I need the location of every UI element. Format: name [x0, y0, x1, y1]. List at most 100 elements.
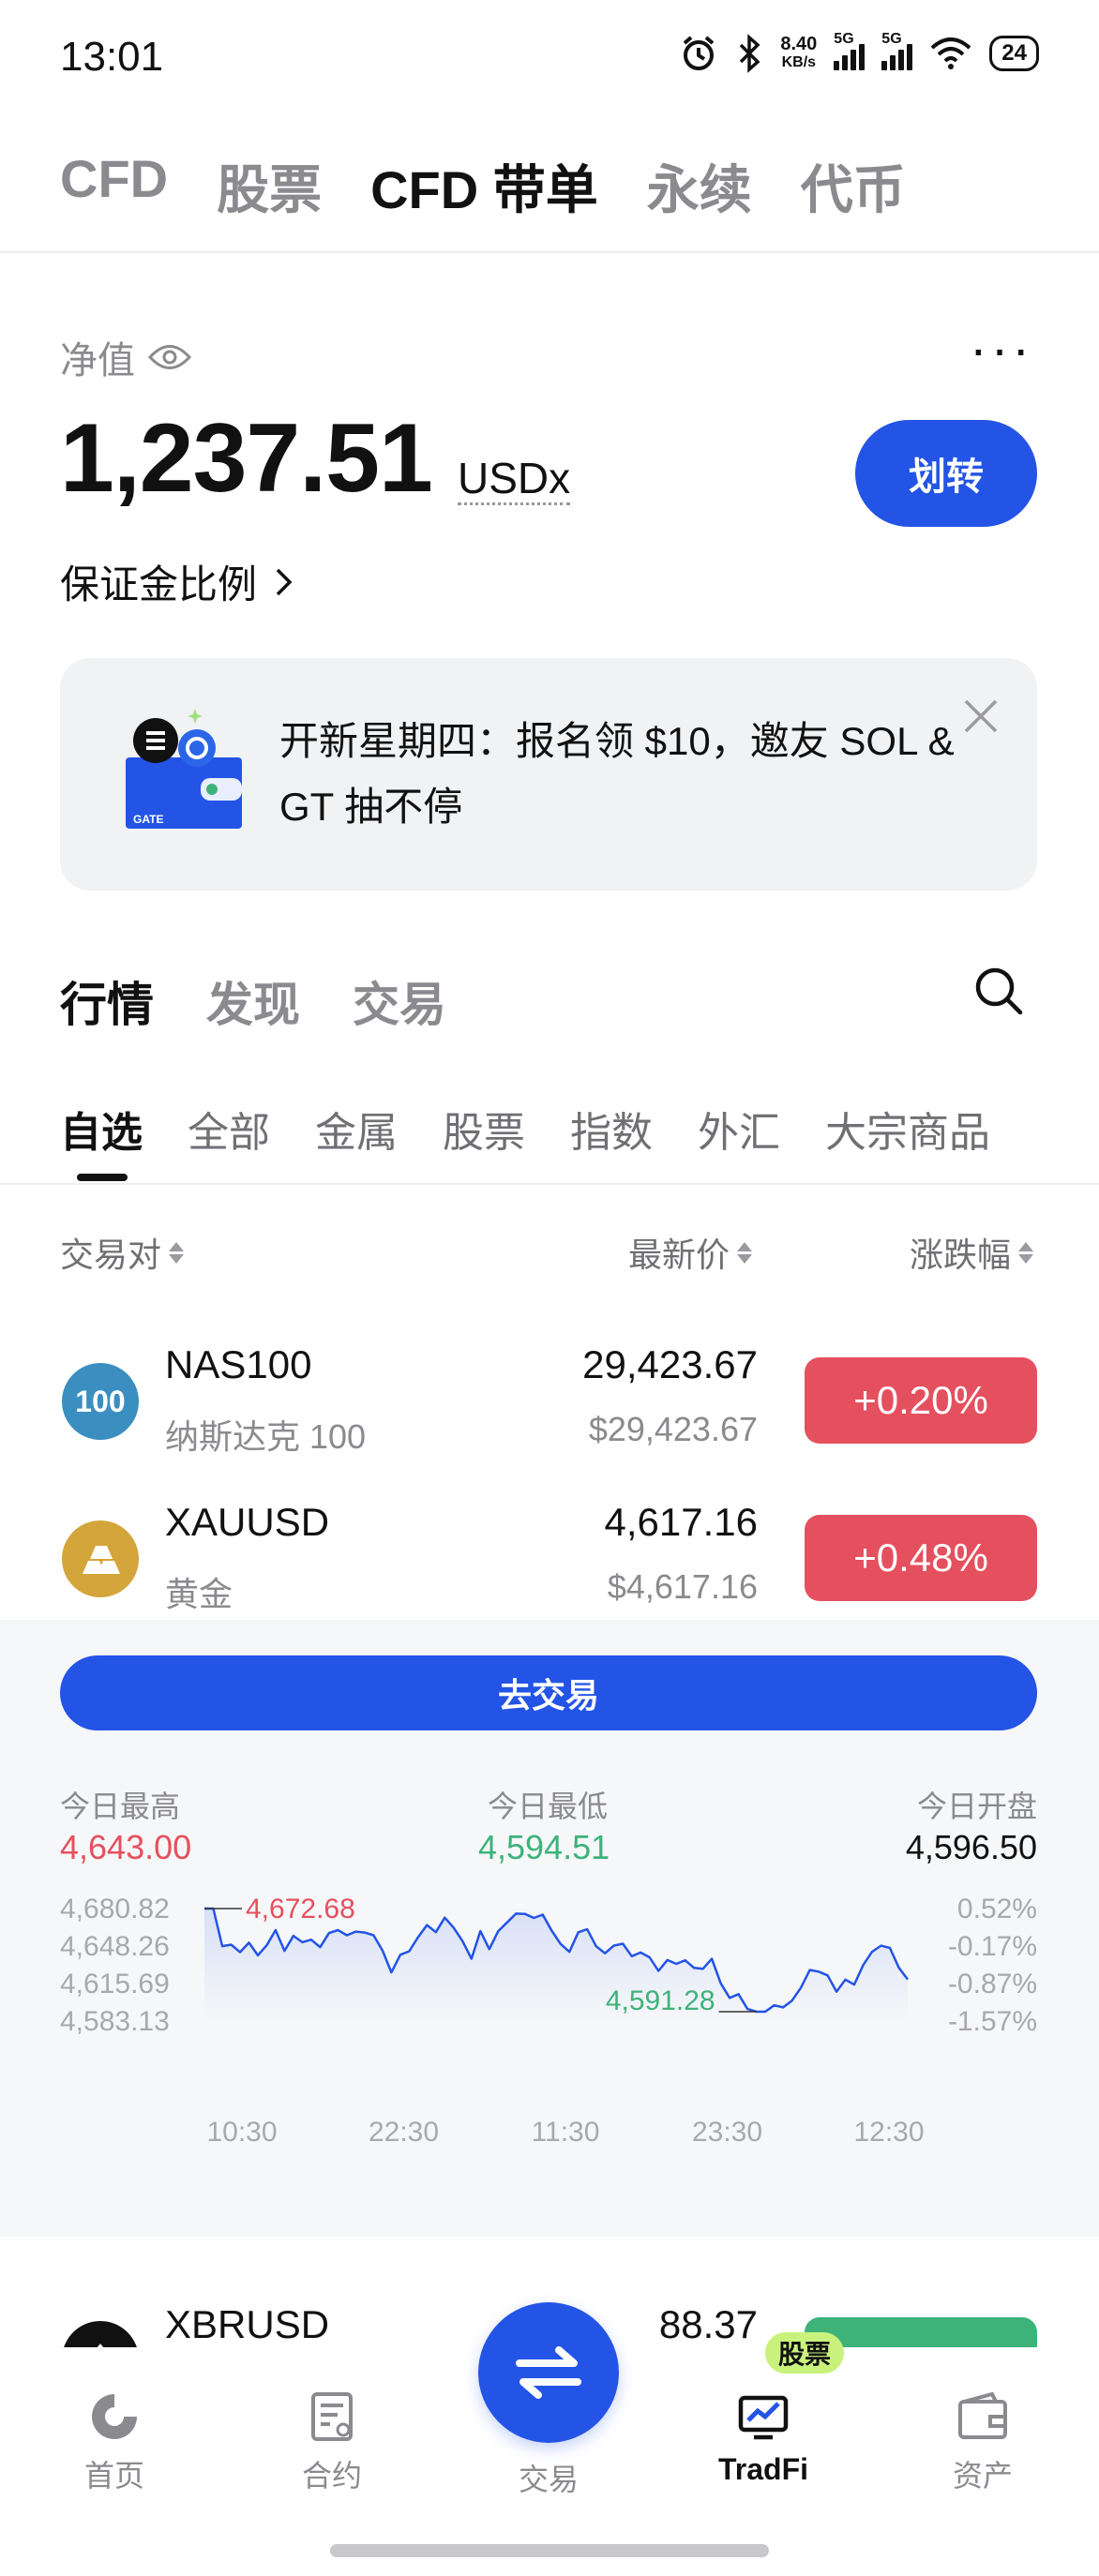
sort-icon [169, 1241, 185, 1264]
tab-discover[interactable]: 发现 [206, 967, 300, 1035]
category-tab-watchlist[interactable]: 自选 [60, 1099, 143, 1159]
tradfi-icon [738, 2395, 789, 2440]
top-tabs: CFD 股票 CFD 带单 永续 代币 [60, 148, 906, 224]
alarm-icon [684, 36, 715, 70]
home-icon [92, 2394, 137, 2439]
search-icon[interactable] [973, 966, 1024, 1016]
today-low-label: 今日最低 [488, 1790, 609, 1823]
nav-tradfi[interactable]: TradFi [698, 2389, 829, 2487]
header-last-price[interactable]: 最新价 [628, 1228, 752, 1277]
row-price: 29,423.67 [582, 1342, 758, 1386]
tab-trade[interactable]: 交易 [353, 967, 446, 1035]
wallet-icon [958, 2391, 1007, 2439]
signal-icon: 5G [834, 31, 866, 70]
today-high-label: 今日最高 [60, 1790, 181, 1823]
gold-bars-icon [62, 1520, 139, 1597]
top-tab-stocks[interactable]: 股票 [217, 148, 322, 224]
category-tabs: 自选 全部 金属 股票 指数 外汇 大宗商品 [60, 1099, 990, 1159]
battery-icon: 24 [989, 36, 1039, 71]
header-change[interactable]: 涨跌幅 [910, 1228, 1033, 1277]
x-tick: 12:30 [853, 2117, 924, 2148]
row-name: 纳斯达克 100 [165, 1417, 367, 1456]
y-tick-right: -1.57% [948, 2006, 1037, 2037]
active-tab-indicator [77, 1174, 128, 1181]
category-tab-all[interactable]: 全部 [188, 1099, 270, 1159]
x-tick: 11:30 [532, 2117, 600, 2148]
y-tick-right: -0.87% [948, 1969, 1037, 1999]
y-tick-left: 4,648.26 [60, 1931, 170, 1962]
trade-fab-button[interactable] [478, 2302, 619, 2443]
close-icon[interactable] [962, 697, 1000, 735]
category-tab-commodities[interactable]: 大宗商品 [825, 1099, 990, 1159]
chevron-right-icon [276, 568, 293, 595]
promo-banner[interactable]: GATE 开新星期四：报名领 $10，邀友 SOL & GT 抽不停 [60, 658, 1037, 891]
margin-ratio-label: 保证金比例 [60, 562, 258, 607]
nav-assets[interactable]: 资产 [917, 2389, 1048, 2495]
today-open-value: 4,596.50 [905, 1828, 1037, 1866]
transfer-button[interactable]: 划转 [855, 420, 1037, 527]
signal-icon-2: 5G [881, 31, 913, 70]
x-tick: 23:30 [692, 2117, 762, 2148]
swap-icon [516, 2346, 581, 2399]
change-badge[interactable]: +0.48% [805, 1515, 1037, 1601]
net-value: 1,237.51 [60, 404, 433, 513]
row-symbol: XBRUSD [165, 2302, 330, 2346]
min-price-label: 4,591.28 [606, 1985, 715, 2016]
nav-contract-label: 合约 [301, 2459, 362, 2493]
y-tick-right: 0.52% [957, 1894, 1037, 1925]
table-row[interactable]: 100 NAS100 纳斯达克 100 29,423.67 $29,423.67… [0, 1331, 1099, 1481]
table-row[interactable]: XAUUSD 黄金 4,617.16 $4,617.16 +0.48% [0, 1489, 1099, 1620]
today-low-value: 4,594.51 [478, 1828, 610, 1866]
y-tick-left: 4,680.82 [60, 1894, 170, 1925]
go-trade-button[interactable]: 去交易 [60, 1655, 1037, 1730]
row-fiat-price: $4,617.16 [607, 1567, 758, 1606]
nav-trade-label[interactable]: 交易 [478, 2456, 619, 2499]
nas100-icon: 100 [62, 1363, 139, 1440]
xbrusd-icon [62, 2321, 139, 2349]
net-speed-unit: KB/s [781, 54, 817, 70]
margin-ratio-link[interactable]: 保证金比例 [60, 553, 294, 610]
x-tick: 22:30 [369, 2117, 439, 2148]
category-tab-indices[interactable]: 指数 [570, 1099, 653, 1159]
net-speed-value: 8.40 [780, 34, 818, 54]
wallet-brand: GATE [133, 813, 163, 826]
wifi-icon [930, 37, 971, 69]
top-tab-tokens[interactable]: 代币 [801, 148, 906, 224]
x-tick: 10:30 [206, 2117, 277, 2148]
net-value-unit[interactable]: USDx [458, 454, 571, 505]
top-tab-cfd[interactable]: CFD [60, 148, 168, 224]
net-speed: 8.40 KB/s [780, 35, 817, 72]
change-badge[interactable]: +0.20% [805, 1357, 1037, 1444]
tab-market[interactable]: 行情 [60, 967, 154, 1035]
top-tab-cfd-copy[interactable]: CFD 带单 [370, 148, 598, 224]
status-icons: 8.40 KB/s 5G 5G 24 [679, 31, 1039, 73]
category-tab-stocks[interactable]: 股票 [443, 1099, 525, 1159]
section-tabs: 行情 发现 交易 [60, 967, 446, 1035]
divider [0, 1183, 1099, 1185]
wallet-promo-icon: GATE [126, 709, 242, 829]
bluetooth-icon [740, 34, 760, 73]
nav-contract[interactable]: 合约 [266, 2389, 398, 2495]
category-tab-forex[interactable]: 外汇 [698, 1099, 780, 1159]
row-price: 4,617.16 [604, 1500, 759, 1544]
nav-home-label: 首页 [83, 2459, 144, 2493]
nav-home[interactable]: 首页 [49, 2389, 180, 2495]
battery-level: 24 [1001, 40, 1027, 66]
divider [0, 251, 1099, 253]
top-tab-perpetual[interactable]: 永续 [647, 148, 752, 224]
row-name: 黄金 [165, 1575, 233, 1613]
header-pair[interactable]: 交易对 [60, 1228, 185, 1277]
more-options-icon[interactable]: ··· [970, 322, 1033, 375]
price-chart: 4,680.82 4,648.26 4,615.69 4,583.13 0.52% -0.… [60, 1894, 1037, 2148]
eye-icon[interactable] [148, 343, 191, 371]
expanded-detail-panel: 去交易 今日最高 4,643.00 今日最低 4,594.51 今日开盘 4,5… [0, 1620, 1099, 2237]
nav-assets-label: 资产 [952, 2459, 1013, 2493]
net-value-label-row: 净值 [60, 330, 191, 384]
status-time: 13:01 [60, 34, 164, 80]
banner-text: 开新星期四：报名领 $10，邀友 SOL & GT 抽不停 [279, 719, 955, 829]
row-price: 88.37 [658, 2302, 758, 2346]
nav-tradfi-label: TradFi [717, 2452, 808, 2486]
header-change-label: 涨跌幅 [909, 1236, 1011, 1274]
net-value-label: 净值 [60, 340, 135, 382]
category-tab-metals[interactable]: 金属 [315, 1099, 398, 1159]
